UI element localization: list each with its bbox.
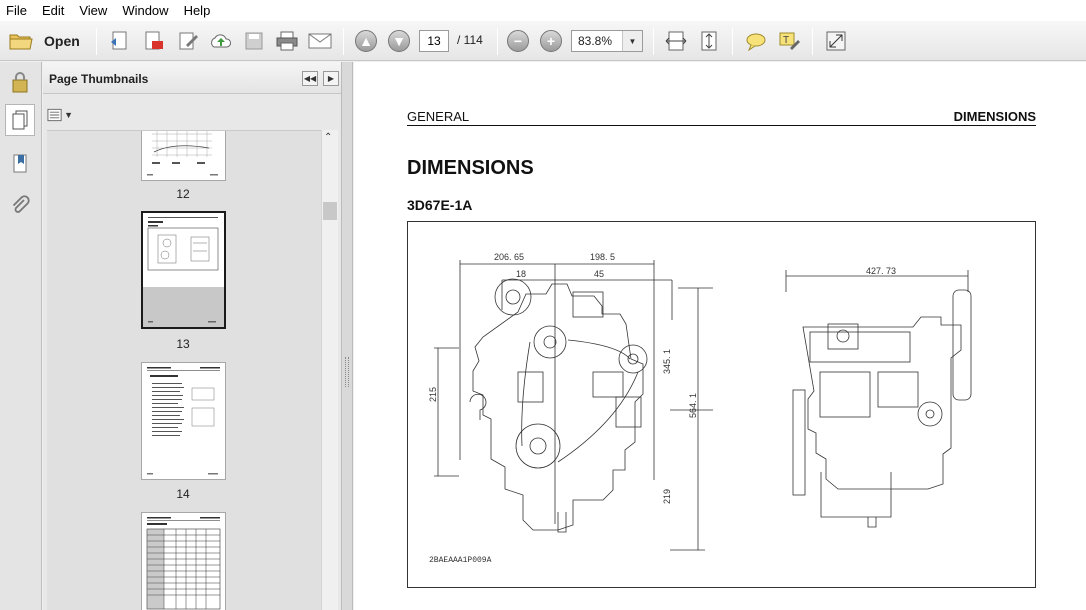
dimension-219: 219 [662, 489, 672, 504]
fit-width-icon[interactable] [664, 29, 688, 53]
document-viewport[interactable]: GENERAL DIMENSIONS DIMENSIONS 3D67E-1A 2… [354, 62, 1086, 610]
plus-icon: + [540, 30, 562, 52]
panel-header: Page Thumbnails ◀◀ ▶ [43, 62, 341, 94]
list-options-icon [47, 108, 62, 122]
dimension-345-1: 345. 1 [662, 349, 672, 374]
page-number-input[interactable]: 13 [419, 30, 449, 52]
scroll-thumb[interactable] [323, 202, 337, 220]
menu-file[interactable]: File [6, 3, 27, 18]
zoom-out-button[interactable]: − [506, 29, 530, 53]
open-button[interactable]: Open [44, 33, 80, 49]
minus-icon: − [507, 30, 529, 52]
dimension-18: 18 [516, 269, 526, 279]
attachment-icon[interactable] [5, 190, 35, 222]
toolbar: Open ▲ ▼ 13 / 114 − + 83.8% ▼ T [0, 21, 1086, 61]
dimension-45: 45 [594, 269, 604, 279]
page-thumbnails-icon[interactable] [5, 104, 35, 136]
svg-text:T: T [783, 35, 789, 46]
create-pdf-icon[interactable] [108, 29, 132, 53]
bookmark-icon[interactable] [5, 148, 35, 180]
highlight-icon[interactable]: T [777, 29, 801, 53]
fit-page-icon[interactable] [697, 29, 721, 53]
menu-window[interactable]: Window [122, 3, 168, 18]
menu-help[interactable]: Help [184, 3, 211, 18]
lock-icon[interactable] [5, 66, 35, 98]
chevron-down-icon[interactable]: ▼ [622, 31, 642, 51]
panel-title: Page Thumbnails [49, 72, 149, 86]
export-pdf-icon[interactable] [142, 29, 166, 53]
collapse-panel-button[interactable]: ◀◀ [302, 71, 318, 86]
thumbnails-panel: Page Thumbnails ◀◀ ▶ ▼ 12 13 14 ⌃ [43, 62, 341, 610]
navigation-rail [0, 62, 42, 610]
zoom-select[interactable]: 83.8% ▼ [571, 30, 643, 52]
page-header-title: DIMENSIONS [953, 109, 1036, 124]
next-page-button[interactable]: ▼ [387, 29, 411, 53]
thumbnails-list: 12 13 14 [47, 130, 323, 610]
scroll-up-icon[interactable]: ⌃ [324, 132, 332, 143]
arrow-up-icon: ▲ [355, 30, 377, 52]
arrow-down-icon: ▼ [388, 30, 410, 52]
menu-edit[interactable]: Edit [42, 3, 64, 18]
thumbnail-page-12[interactable] [141, 131, 226, 181]
print-icon[interactable] [275, 29, 299, 53]
thumbnail-options-button[interactable]: ▼ [47, 106, 73, 124]
menu-bar: File Edit View Window Help [0, 0, 1086, 21]
panel-menu-button[interactable]: ▶ [323, 71, 339, 86]
expand-icon[interactable] [824, 29, 848, 53]
zoom-value: 83.8% [578, 34, 613, 48]
splitter-grip[interactable] [345, 357, 349, 387]
thumbnail-label: 13 [176, 337, 190, 351]
zoom-in-button[interactable]: + [539, 29, 563, 53]
dimension-206-65: 206. 65 [494, 252, 524, 262]
section-header: GENERAL [407, 109, 470, 124]
panel-splitter[interactable] [341, 62, 353, 610]
drawing-code: 2BAEAAA1P009A [429, 556, 492, 565]
dimension-215: 215 [428, 387, 438, 402]
dimension-564-1: 564. 1 [688, 393, 698, 418]
header-rule [407, 125, 1036, 126]
dimension-427-73: 427. 73 [866, 266, 896, 276]
menu-view[interactable]: View [79, 3, 107, 18]
document-page: GENERAL DIMENSIONS DIMENSIONS 3D67E-1A 2… [354, 62, 1086, 610]
cloud-upload-icon[interactable] [209, 29, 233, 53]
thumbnail-label: 12 [176, 187, 190, 201]
engine-dimension-drawing: 206. 65 198. 5 18 45 427. 73 215 345. 1 … [407, 221, 1036, 588]
previous-page-button[interactable]: ▲ [354, 29, 378, 53]
email-icon[interactable] [308, 29, 332, 53]
thumbnail-page-13[interactable] [141, 211, 226, 329]
thumbnail-page-15[interactable] [141, 512, 226, 610]
open-folder-icon[interactable] [9, 29, 33, 53]
thumbnail-page-14[interactable] [141, 362, 226, 480]
model-heading: 3D67E-1A [407, 197, 473, 213]
page-title: DIMENSIONS [407, 157, 534, 179]
thumbnails-scrollbar[interactable]: ⌃ [321, 130, 338, 610]
page-total: / 114 [457, 33, 483, 47]
comment-icon[interactable] [744, 29, 768, 53]
dimension-198-5: 198. 5 [590, 252, 615, 262]
edit-document-icon[interactable] [176, 29, 200, 53]
thumbnail-label: 14 [176, 487, 190, 501]
save-icon[interactable] [242, 29, 266, 53]
